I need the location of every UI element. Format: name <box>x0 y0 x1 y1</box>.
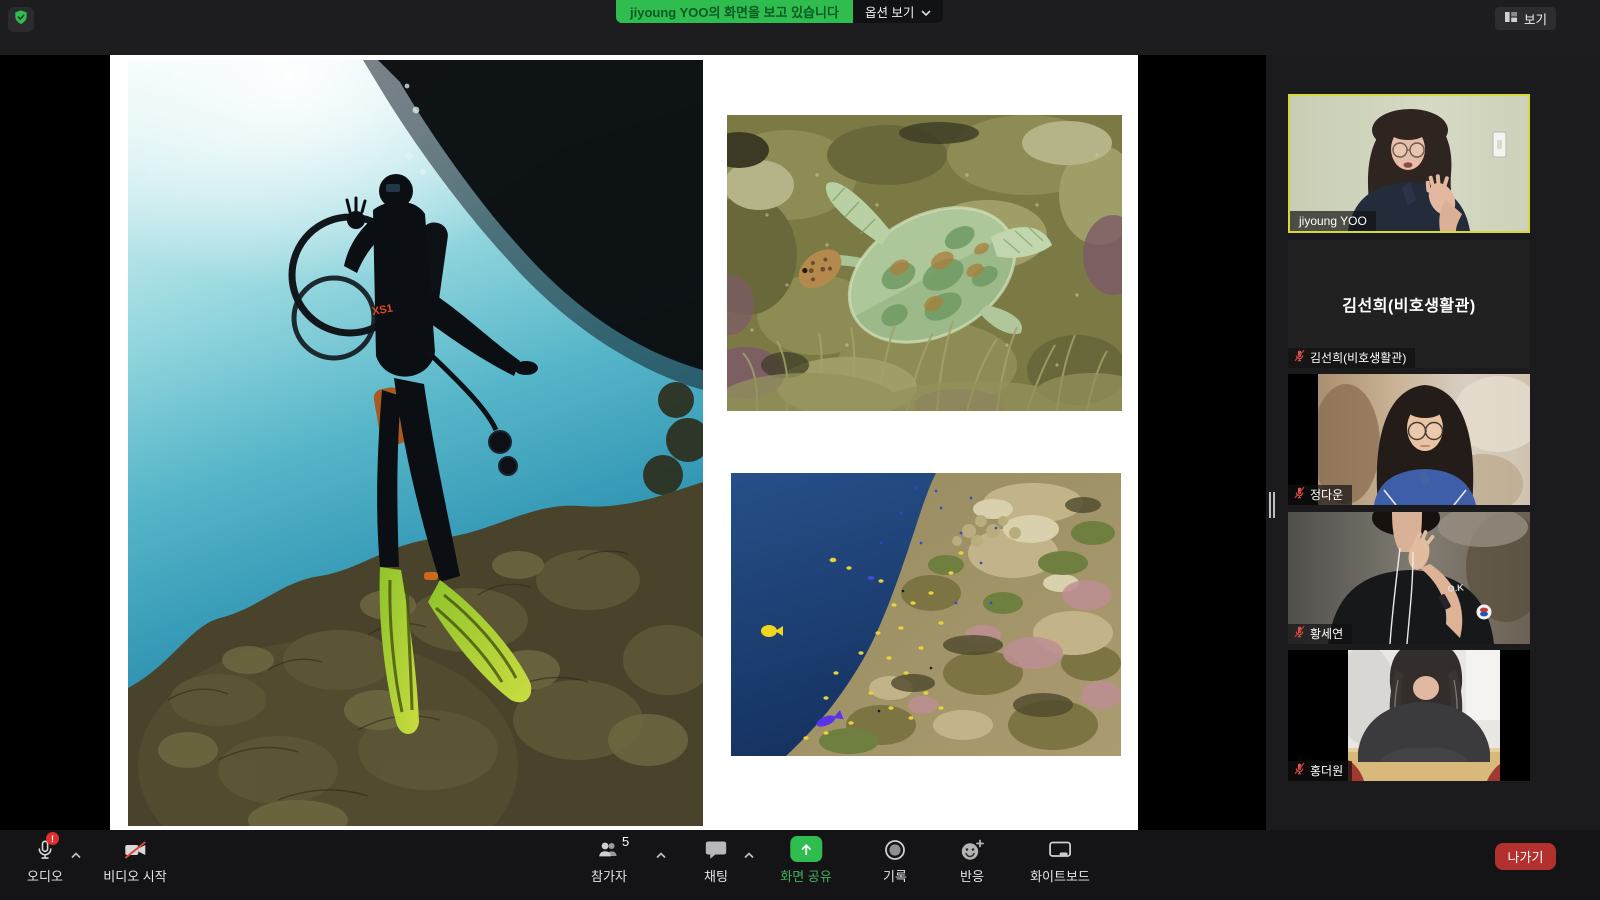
participants-label: 참가자 <box>591 866 627 885</box>
view-options-button[interactable]: 옵션 보기 <box>853 0 943 23</box>
reactions-button[interactable]: 반응 <box>959 836 985 885</box>
panel-resize-handle[interactable] <box>1268 492 1278 518</box>
whiteboard-icon <box>1047 836 1073 862</box>
name-plate: 황세연 <box>1288 624 1352 644</box>
mic-muted-icon <box>1293 625 1306 643</box>
participant-tile-hwang-seyeon[interactable]: O.K 황세연 <box>1288 512 1530 644</box>
screen-share-banner-group: jiyoung YOO의 화면을 보고 있습니다 옵션 보기 <box>616 0 943 23</box>
svg-text:O.K: O.K <box>1447 582 1464 594</box>
participant-name: 황세연 <box>1310 625 1343 643</box>
leave-meeting-button[interactable]: 나가기 <box>1495 843 1556 870</box>
view-label: 보기 <box>1524 9 1547 28</box>
participant-name: 김선희(비호생활관) <box>1310 349 1406 367</box>
reactions-smiley-icon <box>959 836 985 862</box>
chevron-down-icon <box>921 5 931 19</box>
share-screen-button[interactable]: 화면 공유 <box>780 836 831 885</box>
participant-name: 홍더원 <box>1310 762 1343 780</box>
record-button[interactable]: 기록 <box>883 836 907 885</box>
record-icon <box>883 836 907 862</box>
participant-tile-hong-deowon[interactable]: 홍더원 <box>1288 650 1530 781</box>
participants-count: 5 <box>622 834 629 849</box>
audio-options-caret[interactable] <box>71 846 82 854</box>
screen-share-banner: jiyoung YOO의 화면을 보고 있습니다 <box>616 0 853 23</box>
mic-muted-icon <box>1293 486 1306 504</box>
start-video-label: 비디오 시작 <box>103 866 166 885</box>
participants-icon: 5 <box>596 836 622 862</box>
name-plate: jiyoung YOO <box>1290 211 1376 231</box>
whiteboard-label: 화이트보드 <box>1030 866 1090 885</box>
view-layout-button[interactable]: 보기 <box>1495 7 1556 30</box>
mic-muted-icon <box>1293 349 1306 367</box>
share-screen-label: 화면 공유 <box>780 866 831 885</box>
participant-name: jiyoung YOO <box>1299 212 1367 230</box>
photo-scuba-diver: XS1 <box>128 60 703 826</box>
view-options-label: 옵션 보기 <box>865 2 914 21</box>
shared-screen-area: XS1 <box>0 55 1266 830</box>
record-label: 기록 <box>883 866 907 885</box>
participant-name: 정다운 <box>1310 486 1343 504</box>
top-bar: jiyoung YOO의 화면을 보고 있습니다 옵션 보기 보기 <box>0 0 1600 55</box>
participants-options-caret[interactable] <box>656 846 667 854</box>
participants-button[interactable]: 5 참가자 <box>591 836 627 885</box>
name-plate: 김선희(비호생활관) <box>1288 348 1415 368</box>
grid-view-icon <box>1504 11 1518 26</box>
mic-muted-icon <box>1293 762 1306 780</box>
chat-label: 채팅 <box>704 866 728 885</box>
participant-tile-jung-dawoon[interactable]: 정다운 <box>1288 374 1530 505</box>
audio-alert-badge: ! <box>46 832 59 845</box>
whiteboard-button[interactable]: 화이트보드 <box>1030 836 1090 885</box>
chat-button[interactable]: 채팅 <box>704 836 728 885</box>
chat-options-caret[interactable] <box>744 846 755 854</box>
chat-bubble-icon <box>704 836 728 862</box>
meeting-toolbar: ! 오디오 비디오 시작 5 참가자 채팅 <box>0 830 1600 900</box>
participant-tile-jiyoung-yoo[interactable]: jiyoung YOO <box>1288 94 1530 233</box>
reactions-label: 반응 <box>960 866 984 885</box>
microphone-icon: ! <box>34 836 56 862</box>
video-hong-deowon <box>1348 650 1500 781</box>
audio-label: 오디오 <box>27 866 63 885</box>
audio-button[interactable]: ! 오디오 <box>27 836 63 885</box>
photo-coral-reef <box>731 473 1121 756</box>
name-plate: 홍더원 <box>1288 761 1352 781</box>
photo-sea-turtle <box>727 115 1122 411</box>
shield-check-icon <box>13 9 29 30</box>
security-shield-button[interactable] <box>8 7 34 32</box>
name-plate: 정다운 <box>1288 485 1352 505</box>
participant-tile-kim-sunhee[interactable]: 김선희(비호생활관) 김선희(비호생활관) <box>1288 240 1530 368</box>
share-screen-icon <box>790 836 822 862</box>
shared-slide: XS1 <box>110 55 1138 830</box>
camera-off-icon <box>122 836 148 862</box>
zoom-meeting-window: jiyoung YOO의 화면을 보고 있습니다 옵션 보기 보기 <box>0 0 1600 900</box>
start-video-button[interactable]: 비디오 시작 <box>103 836 166 885</box>
